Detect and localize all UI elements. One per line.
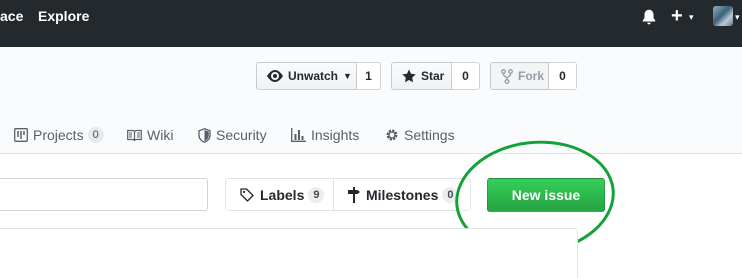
project-icon: [14, 128, 28, 142]
star-count[interactable]: 0: [452, 62, 480, 90]
tab-settings-label: Settings: [404, 127, 455, 143]
chevron-down-icon: ▾: [689, 12, 694, 22]
tab-wiki-label: Wiki: [147, 127, 174, 143]
star-label: Star: [421, 69, 445, 83]
top-header: ace Explore + ▾ ▾: [0, 0, 742, 47]
plus-icon[interactable]: +: [671, 6, 683, 26]
book-icon: [127, 129, 142, 141]
divider: [333, 179, 334, 210]
fork-button[interactable]: Fork: [490, 62, 549, 90]
tab-wiki[interactable]: Wiki: [127, 127, 173, 143]
labels-counter: 9: [308, 186, 325, 203]
star-button[interactable]: Star: [391, 62, 452, 90]
search-input[interactable]: [0, 178, 208, 211]
tab-projects-label: Projects: [33, 127, 84, 143]
unwatch-label: Unwatch: [288, 69, 339, 83]
tab-security[interactable]: Security: [198, 127, 267, 143]
chevron-down-icon: ▾: [735, 12, 740, 22]
unwatch-button[interactable]: Unwatch ▼: [256, 62, 357, 90]
issues-list: [0, 228, 578, 278]
milestone-icon: [348, 186, 360, 203]
bell-icon[interactable]: [640, 8, 658, 26]
eye-icon: [267, 70, 283, 82]
labels-button[interactable]: Labels 9: [240, 179, 325, 210]
tag-icon: [240, 187, 254, 202]
labels-label: Labels: [260, 186, 305, 203]
fork-label: Fork: [518, 69, 545, 83]
milestones-label: Milestones: [366, 186, 439, 203]
tab-insights[interactable]: Insights: [291, 127, 359, 143]
fork-count[interactable]: 0: [549, 62, 577, 90]
tab-security-label: Security: [216, 127, 267, 143]
tab-projects-counter: 0: [87, 127, 104, 143]
nav-link-explore[interactable]: Explore: [38, 8, 89, 24]
labels-milestones-group: Labels 9 Milestones 0: [225, 178, 471, 211]
graph-icon: [291, 128, 306, 142]
watch-count[interactable]: 1: [357, 62, 381, 90]
nav-link-marketplace[interactable]: ace: [0, 8, 23, 24]
tab-projects[interactable]: Projects 0: [14, 127, 104, 143]
tab-settings[interactable]: Settings: [385, 127, 455, 143]
tab-insights-label: Insights: [311, 127, 360, 143]
gear-icon: [386, 129, 398, 141]
fork-icon: [501, 68, 513, 84]
chevron-down-icon: ▼: [343, 71, 352, 81]
star-icon: [402, 69, 416, 83]
avatar[interactable]: [713, 6, 733, 26]
milestones-button[interactable]: Milestones 0: [348, 179, 459, 210]
shield-icon: [198, 127, 211, 143]
